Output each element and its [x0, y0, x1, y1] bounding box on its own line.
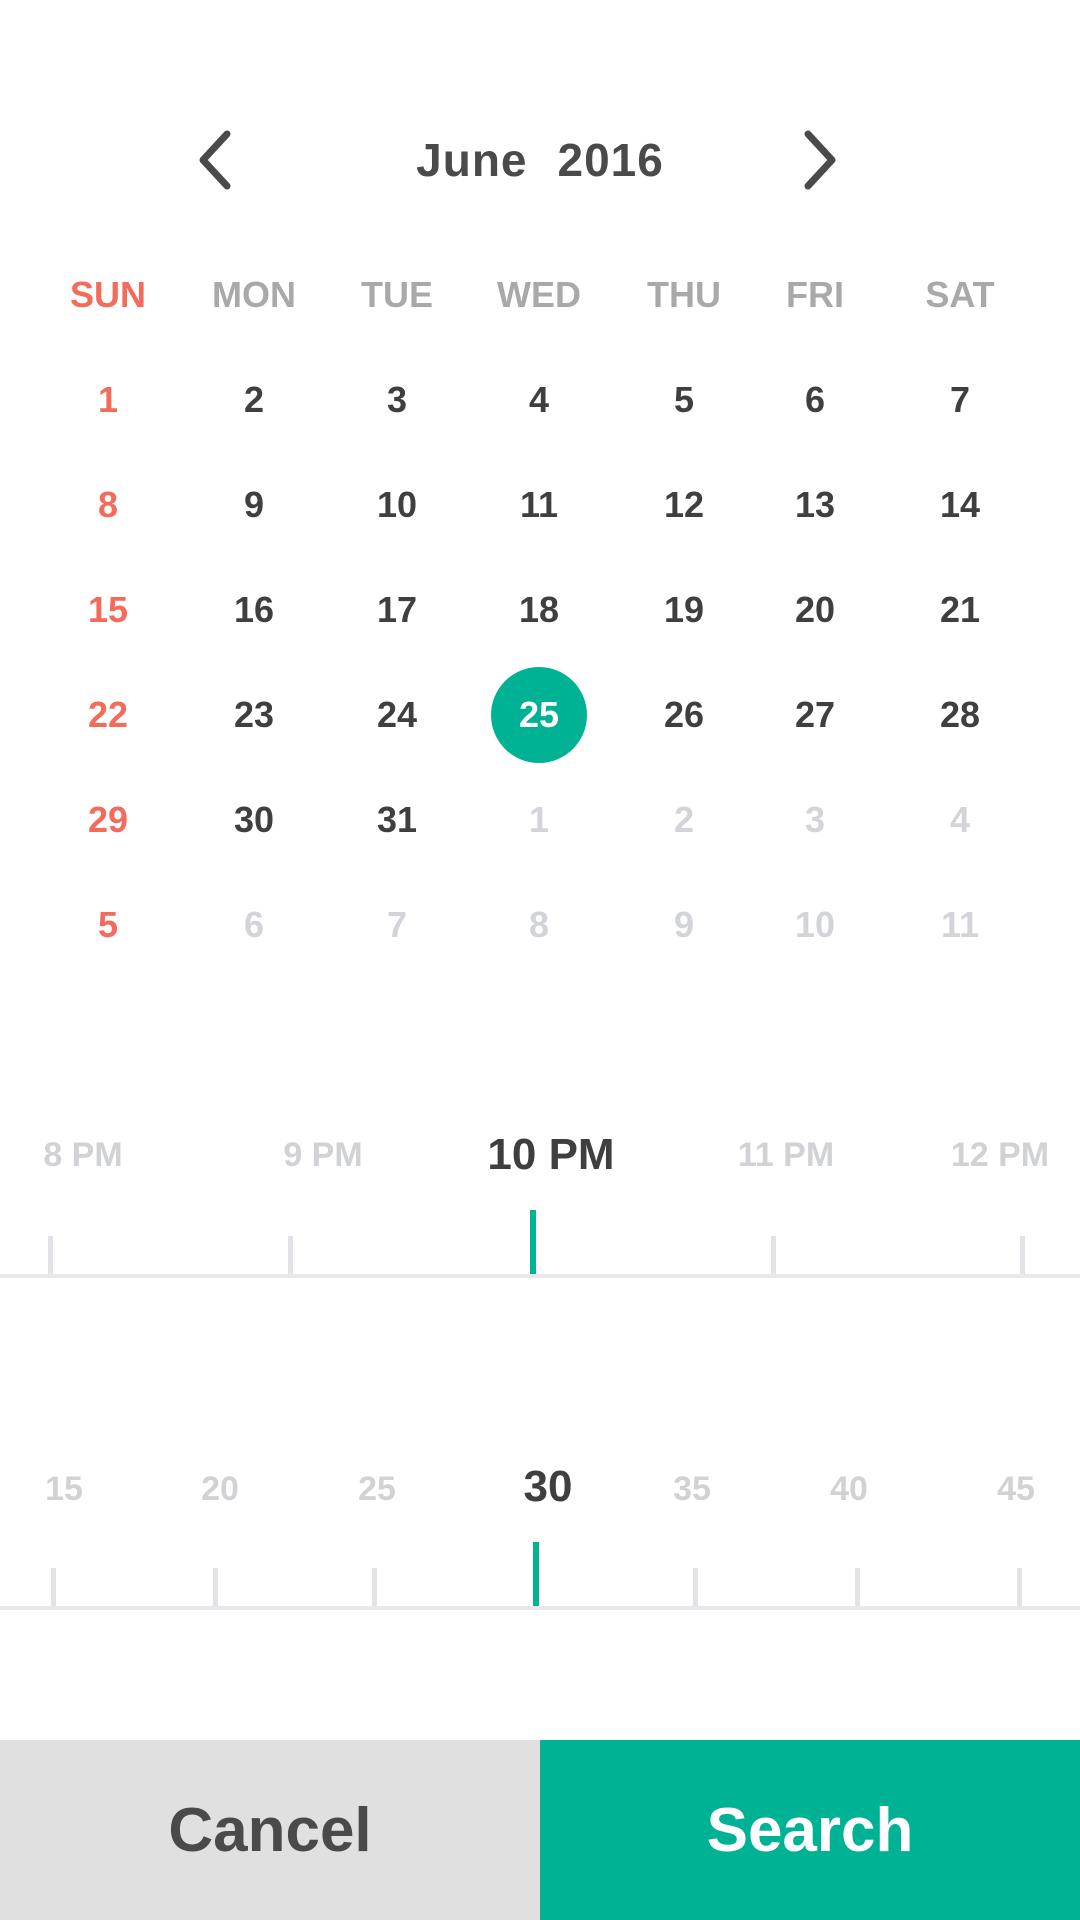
day-cell[interactable]: 31 — [349, 772, 445, 868]
hour-label[interactable]: 11 PM — [686, 1136, 886, 1175]
minute-tick — [213, 1568, 218, 1606]
next-month-button[interactable] — [770, 110, 870, 210]
month-year-title: June 2016 — [0, 110, 1080, 210]
day-cell[interactable]: 6 — [767, 352, 863, 448]
hour-tick — [771, 1236, 776, 1274]
day-cell[interactable]: 28 — [912, 667, 1008, 763]
day-cell[interactable]: 23 — [206, 667, 302, 763]
day-cell[interactable]: 1 — [60, 352, 156, 448]
day-cell[interactable]: 4 — [912, 772, 1008, 868]
day-cell[interactable]: 7 — [912, 352, 1008, 448]
weekday-mon: MON — [212, 274, 296, 315]
day-cell[interactable]: 15 — [60, 562, 156, 658]
hour-label[interactable]: 9 PM — [223, 1136, 423, 1175]
day-cell[interactable]: 18 — [491, 562, 587, 658]
day-cell[interactable]: 24 — [349, 667, 445, 763]
day-cell[interactable]: 11 — [912, 877, 1008, 973]
day-cell[interactable]: 9 — [206, 457, 302, 553]
day-cell[interactable]: 17 — [349, 562, 445, 658]
day-cell[interactable]: 29 — [60, 772, 156, 868]
day-cell[interactable]: 12 — [636, 457, 732, 553]
weekday-fri: FRI — [786, 274, 844, 315]
chevron-right-icon — [804, 130, 836, 190]
minute-tick — [51, 1568, 56, 1606]
day-cell[interactable]: 4 — [491, 352, 587, 448]
hour-tick — [1020, 1236, 1025, 1274]
minute-tick — [693, 1568, 698, 1606]
day-cell[interactable]: 5 — [60, 877, 156, 973]
day-cell[interactable]: 11 — [491, 457, 587, 553]
weekday-tue: TUE — [361, 274, 433, 315]
day-cell[interactable]: 22 — [60, 667, 156, 763]
day-cell[interactable]: 9 — [636, 877, 732, 973]
day-cell[interactable]: 27 — [767, 667, 863, 763]
day-cell[interactable]: 13 — [767, 457, 863, 553]
weekday-sat: SAT — [925, 274, 995, 315]
minute-ruler-line — [0, 1606, 1080, 1610]
prev-month-button[interactable] — [165, 110, 265, 210]
hour-tick — [288, 1236, 293, 1274]
hour-ruler-line — [0, 1274, 1080, 1278]
weekday-header-row: SUN MON TUE WED THU FRI SAT — [0, 265, 1080, 325]
day-cell[interactable]: 10 — [767, 877, 863, 973]
day-cell[interactable]: 1 — [491, 772, 587, 868]
hour-selected-label[interactable]: 10 PM — [451, 1130, 651, 1180]
day-cell[interactable]: 3 — [349, 352, 445, 448]
day-cell[interactable]: 3 — [767, 772, 863, 868]
minute-selected-tick — [533, 1542, 539, 1606]
day-cell[interactable]: 8 — [60, 457, 156, 553]
day-cell[interactable]: 5 — [636, 352, 732, 448]
weekday-thu: THU — [647, 274, 721, 315]
minute-tick — [1017, 1568, 1022, 1606]
minute-tick — [372, 1568, 377, 1606]
hour-selected-tick — [530, 1210, 536, 1274]
weekday-sun: SUN — [69, 274, 146, 315]
day-cell[interactable]: 7 — [349, 877, 445, 973]
day-cell[interactable]: 8 — [491, 877, 587, 973]
day-cell[interactable]: 21 — [912, 562, 1008, 658]
day-cell[interactable]: 20 — [767, 562, 863, 658]
minute-label[interactable]: 45 — [916, 1470, 1080, 1509]
selected-day-cell[interactable]: 25 — [491, 667, 587, 763]
day-cell[interactable]: 6 — [206, 877, 302, 973]
calendar-header: June 2016 — [0, 110, 1080, 210]
search-button[interactable]: Search — [540, 1740, 1080, 1920]
day-cell[interactable]: 16 — [206, 562, 302, 658]
minute-tick — [855, 1568, 860, 1606]
year-label: 2016 — [557, 134, 664, 186]
day-cell[interactable]: 19 — [636, 562, 732, 658]
day-cell[interactable]: 2 — [636, 772, 732, 868]
day-cell[interactable]: 2 — [206, 352, 302, 448]
weekday-wed: WED — [497, 274, 581, 315]
month-label: June — [416, 134, 528, 186]
hour-label[interactable]: 8 PM — [0, 1136, 183, 1175]
chevron-left-icon — [199, 130, 231, 190]
day-cell[interactable]: 14 — [912, 457, 1008, 553]
day-cell[interactable]: 26 — [636, 667, 732, 763]
hour-label[interactable]: 12 PM — [900, 1136, 1080, 1175]
cancel-button[interactable]: Cancel — [0, 1740, 540, 1920]
hour-tick — [48, 1236, 53, 1274]
day-cell[interactable]: 30 — [206, 772, 302, 868]
minute-label[interactable]: 25 — [277, 1470, 477, 1509]
day-cell[interactable]: 10 — [349, 457, 445, 553]
